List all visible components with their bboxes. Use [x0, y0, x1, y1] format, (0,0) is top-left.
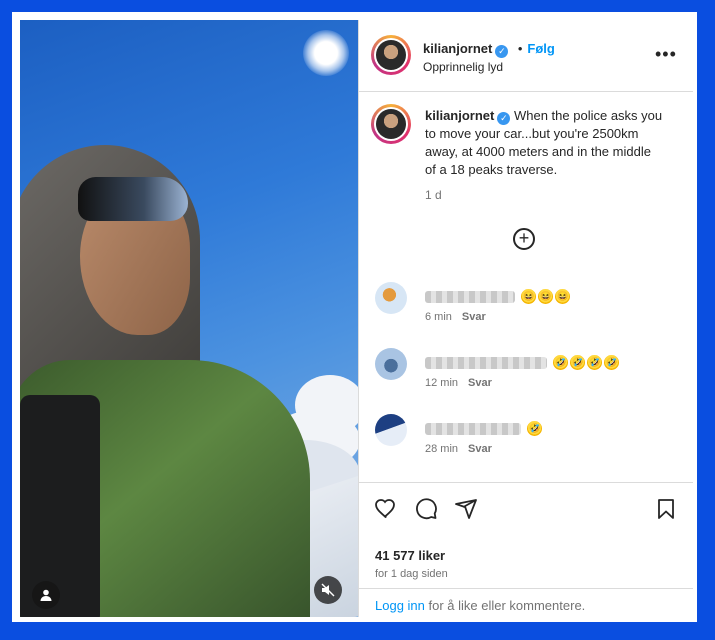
- comment-emoji: 🤣: [604, 355, 620, 371]
- follow-button[interactable]: Følg: [527, 41, 554, 56]
- reply-button[interactable]: Svar: [462, 311, 486, 323]
- post-dialog: kilianjornet ✓ • Følg Opprinnelig lyd ••• …: [12, 12, 697, 622]
- muted-speaker-icon[interactable]: [314, 576, 342, 604]
- post-time[interactable]: for 1 dag siden: [375, 568, 448, 580]
- reel-video[interactable]: [20, 20, 358, 617]
- post-panel: kilianjornet ✓ • Følg Opprinnelig lyd ••• …: [359, 20, 693, 617]
- comment-emoji: 😆: [538, 289, 554, 305]
- bookmark-icon[interactable]: [653, 496, 679, 522]
- blurred-username: [425, 290, 515, 303]
- caption-avatar[interactable]: [371, 104, 411, 144]
- caption-age: 1 d: [425, 188, 442, 202]
- audio-label[interactable]: Opprinnelig lyd: [423, 60, 503, 74]
- caption: kilianjornet ✓ When the police asks you t…: [425, 107, 665, 179]
- more-options-icon[interactable]: •••: [655, 44, 677, 65]
- heart-icon[interactable]: [373, 496, 399, 522]
- login-prompt-text: for å like eller kommentere.: [424, 598, 586, 613]
- comment-emoji: 😆: [555, 289, 571, 305]
- verified-badge-icon: ✓: [497, 112, 511, 125]
- separator-dot: •: [517, 41, 523, 56]
- comment-item: 🤣 🤣 🤣 🤣 12 min Svar: [375, 348, 675, 398]
- sun: [303, 30, 349, 76]
- commenter-avatar[interactable]: [375, 282, 407, 314]
- comment-icon[interactable]: [413, 496, 439, 522]
- action-bar: [359, 482, 693, 483]
- comment-emoji: 😆: [521, 289, 537, 305]
- author-username[interactable]: kilianjornet: [423, 41, 492, 56]
- comment-emoji: 🤣: [527, 421, 543, 437]
- comment-emoji: 🤣: [587, 355, 603, 371]
- comment-item: 🤣 28 min Svar: [375, 414, 675, 464]
- add-comment-icon[interactable]: +: [513, 228, 535, 250]
- user-tag-icon[interactable]: [32, 581, 60, 609]
- reply-button[interactable]: Svar: [468, 377, 492, 389]
- share-icon[interactable]: [453, 496, 479, 522]
- comment-item: 😆 😆 😆 6 min Svar: [375, 282, 675, 332]
- like-count[interactable]: 41 577 liker: [375, 548, 445, 563]
- caption-username[interactable]: kilianjornet: [425, 108, 494, 123]
- post-header: kilianjornet ✓ • Følg Opprinnelig lyd •••: [359, 20, 693, 92]
- climber-selfie: [20, 145, 310, 617]
- verified-badge-icon: ✓: [495, 45, 509, 58]
- sunglasses: [78, 177, 188, 221]
- login-prompt: Logg inn for å like eller kommentere.: [359, 588, 693, 618]
- comment-emoji: 🤣: [553, 355, 569, 371]
- author-avatar[interactable]: [371, 35, 411, 75]
- comment-time: 12 min: [425, 377, 459, 389]
- comment-time: 28 min: [425, 443, 459, 455]
- commenter-avatar[interactable]: [375, 348, 407, 380]
- commenter-avatar[interactable]: [375, 414, 407, 446]
- comment-time: 6 min: [425, 311, 452, 323]
- blurred-username: [425, 356, 547, 369]
- login-link[interactable]: Logg inn: [375, 598, 425, 613]
- comment-emoji: 🤣: [570, 355, 586, 371]
- reply-button[interactable]: Svar: [468, 443, 492, 455]
- blurred-username: [425, 422, 521, 435]
